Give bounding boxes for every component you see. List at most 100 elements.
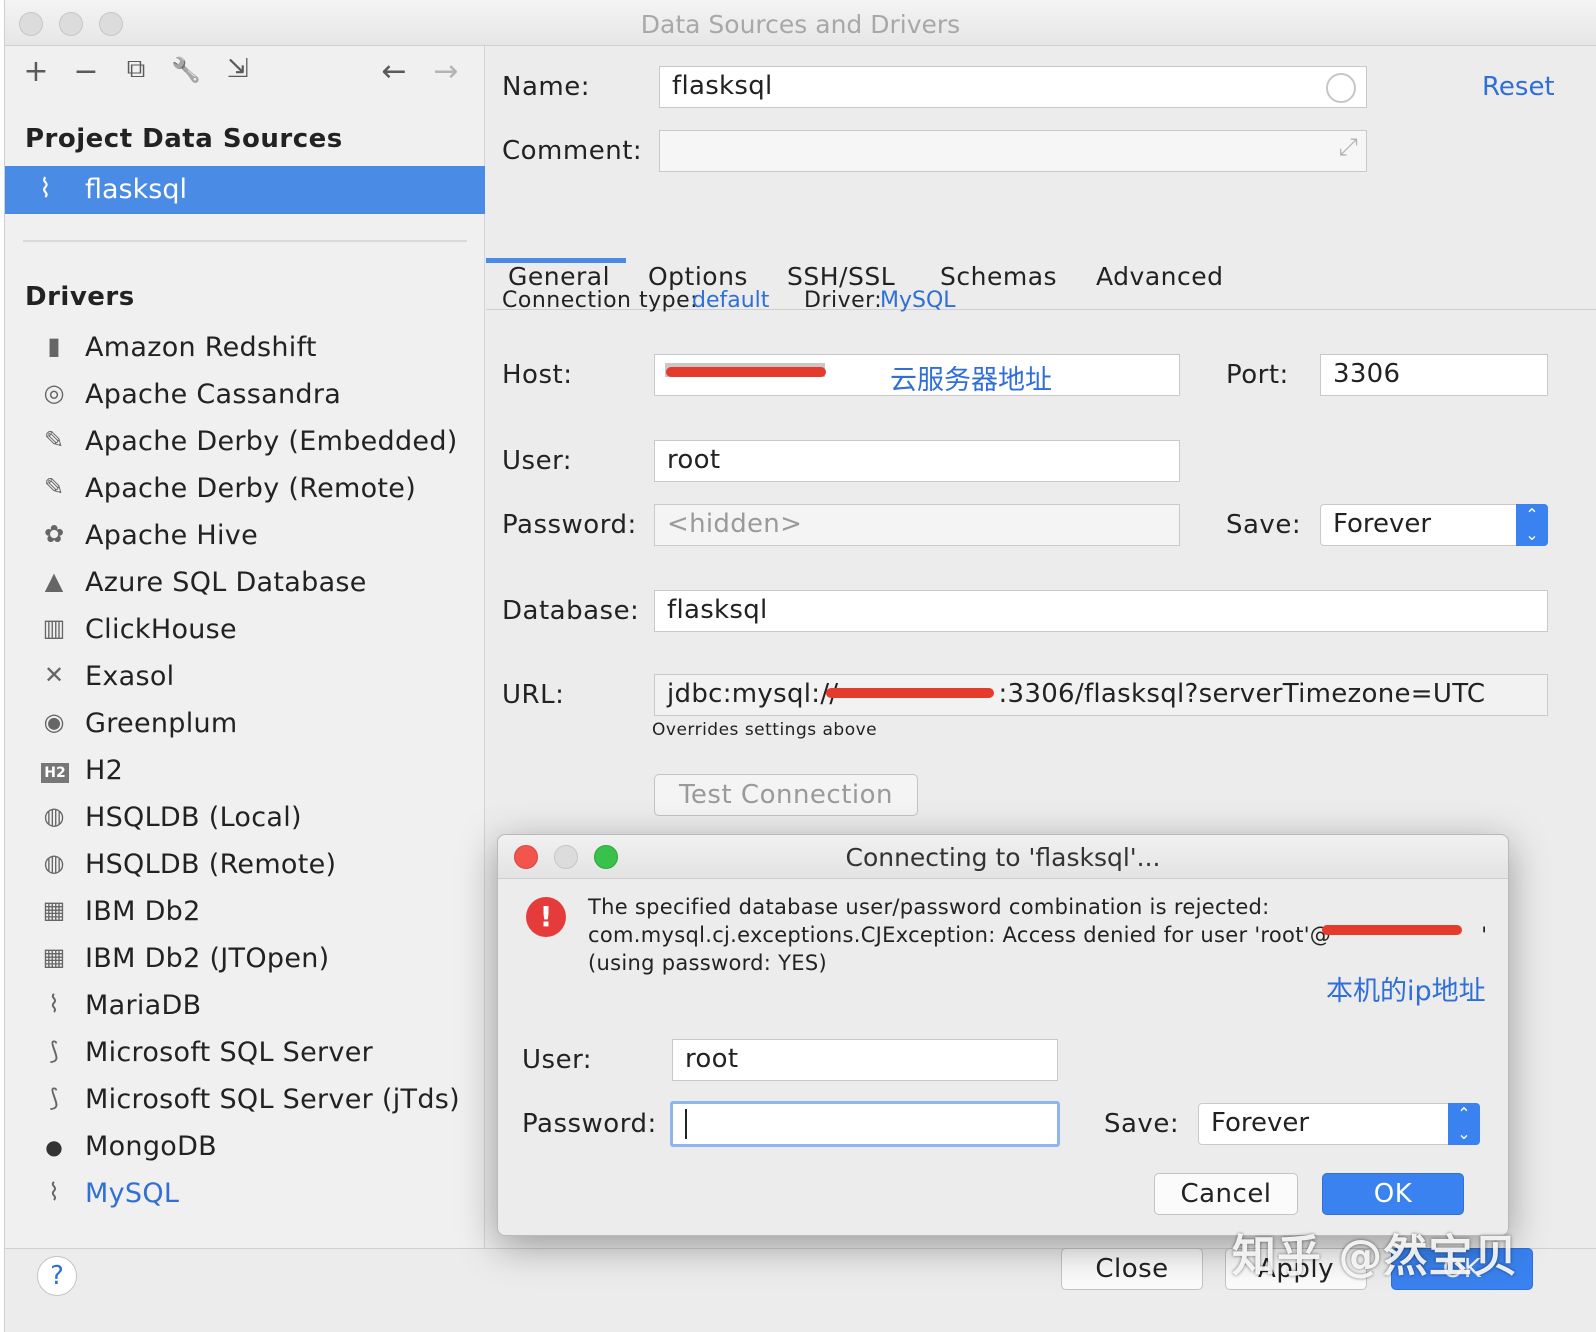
color-circle-icon[interactable] bbox=[1326, 73, 1356, 103]
active-tab-indicator bbox=[486, 258, 626, 263]
drivers-heading: Drivers bbox=[25, 282, 135, 312]
help-button[interactable]: ? bbox=[37, 1256, 77, 1296]
dialog-user-label: User: bbox=[522, 1045, 593, 1075]
driver-label: Greenplum bbox=[85, 708, 238, 739]
driver-item-greenplum[interactable]: ◉ Greenplum bbox=[5, 704, 485, 750]
mariadb-seal-icon: ⌇ bbox=[48, 990, 60, 1018]
name-value: flasksql bbox=[672, 71, 773, 101]
driver-item-apache-derby-remote[interactable]: ✎ Apache Derby (Remote) bbox=[5, 469, 485, 515]
ibm-db2-icon: ▦ bbox=[42, 896, 66, 924]
h2-icon: H2 bbox=[41, 763, 69, 783]
clickhouse-bars-icon: ▥ bbox=[42, 614, 66, 642]
driver-item-hsqldb-remote[interactable]: ◍ HSQLDB (Remote) bbox=[5, 845, 485, 891]
host-redaction-mark bbox=[666, 367, 826, 377]
error-message-line3: (using password: YES) bbox=[588, 951, 827, 975]
connection-type-link[interactable]: default bbox=[692, 288, 769, 313]
tab-options[interactable]: Options bbox=[648, 262, 748, 291]
mysql-dolphin-icon: ⌇ bbox=[39, 174, 52, 204]
derby-hat-icon: ✎ bbox=[43, 426, 65, 454]
driver-label: Apache Cassandra bbox=[85, 379, 342, 410]
password-label: Password: bbox=[502, 510, 637, 540]
driver-label: HSQLDB (Local) bbox=[85, 802, 302, 833]
remove-icon[interactable]: − bbox=[69, 54, 103, 89]
driver-item-mariadb[interactable]: ⌇ MariaDB bbox=[5, 986, 485, 1032]
dialog-user-input[interactable]: root bbox=[672, 1039, 1058, 1081]
tab-advanced[interactable]: Advanced bbox=[1096, 262, 1224, 291]
driver-link[interactable]: MySQL bbox=[880, 288, 956, 313]
dialog-title: Connecting to 'flasksql'... bbox=[845, 843, 1161, 872]
driver-item-amazon-redshift[interactable]: ▮ Amazon Redshift bbox=[5, 328, 485, 374]
url-redaction-mark bbox=[826, 688, 994, 698]
expand-icon[interactable]: ⤢ bbox=[1339, 133, 1359, 161]
tab-general[interactable]: General bbox=[508, 262, 610, 291]
local-ip-annotation: 本机的ip地址 bbox=[1326, 976, 1486, 1007]
driver-item-h2[interactable]: H2 H2 bbox=[5, 751, 485, 797]
driver-label: H2 bbox=[85, 755, 124, 786]
dialog-save-select-value: Forever bbox=[1211, 1108, 1310, 1138]
add-icon[interactable]: + bbox=[19, 54, 53, 89]
driver-item-apache-cassandra[interactable]: ◎ Apache Cassandra bbox=[5, 375, 485, 421]
window-title: Data Sources and Drivers bbox=[640, 10, 961, 39]
sidebar: + − ⧉ 🔧 ⇲ ← → Project Data Sources ⌇ fla… bbox=[5, 46, 485, 1248]
password-input[interactable]: <hidden> bbox=[654, 504, 1180, 546]
hive-bee-icon: ✿ bbox=[43, 520, 65, 548]
driver-item-exasol[interactable]: ✕ Exasol bbox=[5, 657, 485, 703]
port-input[interactable]: 3306 bbox=[1320, 354, 1548, 396]
driver-label: MySQL bbox=[85, 1178, 180, 1209]
driver-item-ibm-db2[interactable]: ▦ IBM Db2 bbox=[5, 892, 485, 938]
back-arrow-icon[interactable]: ← bbox=[377, 54, 411, 89]
driver-label: Microsoft SQL Server bbox=[85, 1037, 374, 1068]
url-label: URL: bbox=[502, 680, 565, 710]
close-button[interactable]: Close bbox=[1061, 1248, 1203, 1290]
comment-input[interactable]: ⤢ bbox=[659, 130, 1367, 172]
dialog-password-label: Password: bbox=[522, 1109, 657, 1139]
duplicate-icon[interactable]: ⧉ bbox=[119, 54, 153, 85]
driver-label: Amazon Redshift bbox=[85, 332, 317, 363]
dialog-save-select[interactable]: Forever ⌃ ⌄ bbox=[1198, 1103, 1480, 1145]
driver-item-hsqldb-local[interactable]: ◍ HSQLDB (Local) bbox=[5, 798, 485, 844]
driver-item-mysql[interactable]: ⌇ MySQL bbox=[5, 1174, 485, 1220]
window-titlebar: Data Sources and Drivers bbox=[5, 0, 1596, 46]
url-prefix: jdbc:mysql:// bbox=[667, 679, 839, 709]
database-input[interactable]: flasksql bbox=[654, 590, 1548, 632]
url-input[interactable]: jdbc:mysql://:3306/flasksql?serverTimezo… bbox=[654, 674, 1548, 716]
save-select[interactable]: Forever ⌃ ⌄ bbox=[1320, 504, 1548, 546]
data-source-item-flasksql[interactable]: ⌇ flasksql bbox=[5, 166, 485, 214]
name-input[interactable]: flasksql bbox=[659, 66, 1367, 108]
reset-link[interactable]: Reset bbox=[1482, 72, 1555, 102]
greenplum-icon: ◉ bbox=[43, 708, 65, 736]
driver-item-microsoft-sql-server-jtds[interactable]: ⟆ Microsoft SQL Server (jTds) bbox=[5, 1080, 485, 1126]
driver-item-mongodb[interactable]: ● MongoDB bbox=[5, 1127, 485, 1173]
dialog-password-input[interactable] bbox=[670, 1101, 1060, 1147]
dialog-cancel-button[interactable]: Cancel bbox=[1154, 1173, 1298, 1215]
driver-item-apache-hive[interactable]: ✿ Apache Hive bbox=[5, 516, 485, 562]
error-message-line1: The specified database user/password com… bbox=[588, 895, 1270, 919]
connecting-dialog: Connecting to 'flasksql'... ! The specif… bbox=[497, 834, 1509, 1236]
dialog-titlebar: Connecting to 'flasksql'... bbox=[498, 835, 1508, 879]
driver-label: IBM Db2 (JTOpen) bbox=[85, 943, 330, 974]
mysql-dolphin-icon: ⌇ bbox=[48, 1178, 60, 1206]
driver-item-ibm-db2-jtopen[interactable]: ▦ IBM Db2 (JTOpen) bbox=[5, 939, 485, 985]
host-annotation: 云服务器地址 bbox=[890, 365, 1052, 396]
forward-arrow-icon[interactable]: → bbox=[429, 54, 463, 89]
wrench-icon[interactable]: 🔧 bbox=[169, 56, 203, 84]
cassandra-eye-icon: ◎ bbox=[43, 379, 65, 407]
driver-label: MongoDB bbox=[85, 1131, 217, 1162]
driver-label: Driver: bbox=[804, 288, 883, 313]
azure-icon: ▲ bbox=[44, 567, 64, 595]
driver-item-microsoft-sql-server[interactable]: ⟆ Microsoft SQL Server bbox=[5, 1033, 485, 1079]
tab-ssh-ssl[interactable]: SSH/SSL bbox=[787, 262, 895, 291]
driver-item-azure-sql-database[interactable]: ▲ Azure SQL Database bbox=[5, 563, 485, 609]
user-input[interactable]: root bbox=[654, 440, 1180, 482]
data-source-label: flasksql bbox=[85, 174, 187, 205]
derby-hat-icon: ✎ bbox=[43, 473, 65, 501]
test-connection-button[interactable]: Test Connection bbox=[654, 774, 918, 816]
driver-label: Azure SQL Database bbox=[85, 567, 367, 598]
driver-item-apache-derby-embedded[interactable]: ✎ Apache Derby (Embedded) bbox=[5, 422, 485, 468]
driver-item-clickhouse[interactable]: ▥ ClickHouse bbox=[5, 610, 485, 656]
dialog-ok-button[interactable]: OK bbox=[1322, 1173, 1464, 1215]
tab-schemas[interactable]: Schemas bbox=[940, 262, 1057, 291]
database-label: Database: bbox=[502, 596, 640, 626]
error-message-line2-end: ' bbox=[1481, 923, 1488, 947]
import-icon[interactable]: ⇲ bbox=[221, 54, 255, 84]
